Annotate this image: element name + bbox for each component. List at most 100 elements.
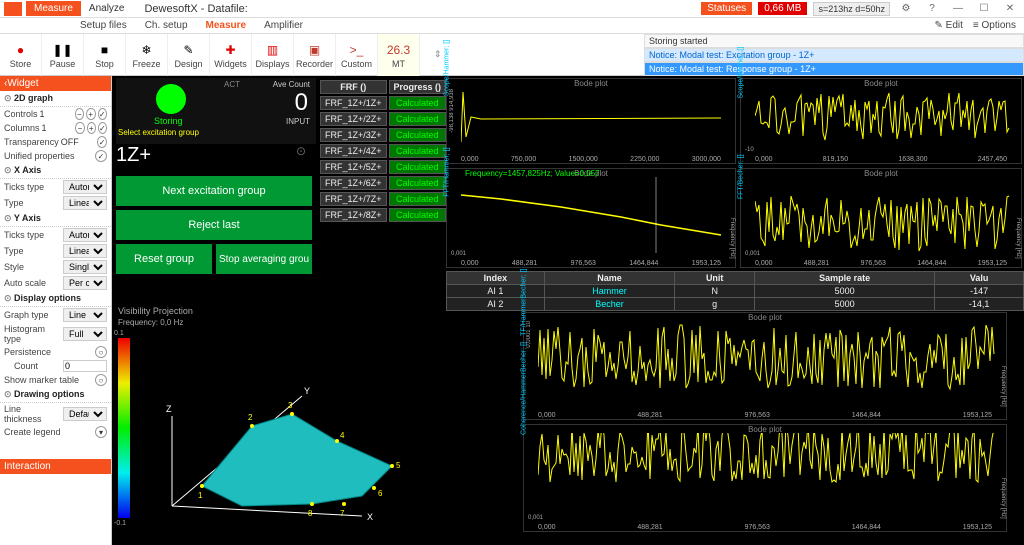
reject-last-button[interactable]: Reject last (116, 210, 312, 240)
recorder-button[interactable]: ▣Recorder (294, 34, 336, 76)
ytype-select[interactable]: Linear (63, 244, 107, 258)
check-icon[interactable]: ✓ (97, 136, 107, 148)
design-button[interactable]: ✎Design (168, 34, 210, 76)
minus-icon[interactable]: − (75, 122, 84, 134)
help-icon[interactable]: ? (922, 3, 942, 14)
style-select[interactable]: Single (63, 260, 107, 274)
section-display[interactable]: Display options (0, 291, 111, 307)
svg-text:5: 5 (396, 461, 401, 470)
table-row: AI 2Becherg5000-14,1 (447, 298, 1024, 311)
table-row: AI 1HammerN5000-147 (447, 285, 1024, 298)
xticks-select[interactable]: Automatic (63, 180, 107, 194)
frf-row[interactable]: FRF_1Z+/4Z+Calculated (320, 144, 446, 158)
section-drawing[interactable]: Drawing options (0, 387, 111, 403)
plus-icon[interactable]: + (86, 108, 96, 120)
app-logo (4, 2, 22, 16)
frf-row[interactable]: FRF_1Z+/2Z+Calculated (320, 112, 446, 126)
menu-measure[interactable]: Measure (206, 20, 247, 31)
svg-text:8: 8 (308, 509, 313, 518)
maximize-button[interactable]: ☐ (974, 3, 994, 14)
svg-text:7: 7 (340, 509, 345, 518)
window-title: DewesoftX - Datafile: (144, 3, 247, 15)
radio-icon[interactable]: ○ (95, 374, 107, 386)
svg-text:4: 4 (340, 431, 345, 440)
yticks-select[interactable]: Automatic (63, 228, 107, 242)
proj-tabs[interactable]: Visibility Projection (118, 306, 428, 316)
measure-canvas: Storing Select excitation group Ave Coun… (112, 76, 1024, 545)
xtype-select[interactable]: Linear (63, 196, 107, 210)
notice-panel: Storing started Notice: Modal test: Exci… (644, 34, 1024, 76)
notice-row[interactable]: Notice: Modal test: Response group - 1Z+ (644, 62, 1024, 76)
frf-row[interactable]: FRF_1Z+/1Z+Calculated (320, 96, 446, 110)
menu-ch-setup[interactable]: Ch. setup (145, 20, 188, 31)
check-icon[interactable]: ✓ (98, 122, 107, 134)
section-yaxis[interactable]: Y Axis (0, 211, 111, 227)
menu-bar: Setup files Ch. setup Measure Amplifier … (0, 18, 1024, 34)
radio-icon[interactable]: ○ (95, 346, 107, 358)
svg-text:6: 6 (378, 489, 383, 498)
check-icon[interactable]: ✓ (95, 150, 107, 162)
frf-row[interactable]: FRF_1Z+/7Z+Calculated (320, 192, 446, 206)
bode-plot-scope-becher[interactable]: Bode plot Scope/Becher; [] -10 0,000819,… (740, 78, 1022, 164)
section-2dgraph[interactable]: 2D graph (0, 91, 111, 107)
statuses-badge[interactable]: Statuses (701, 2, 752, 15)
minus-icon[interactable]: − (75, 108, 85, 120)
yscroll-icon[interactable]: ⇕ (434, 49, 442, 60)
stop-averaging-button[interactable]: Stop averaging grou (216, 244, 312, 274)
store-button[interactable]: ●Store (0, 34, 42, 76)
frf-row[interactable]: FRF_1Z+/3Z+Calculated (320, 128, 446, 142)
notice-row: Notice: Modal test: Excitation group - 1… (644, 48, 1024, 62)
histtype-select[interactable]: Full (63, 327, 107, 341)
xticks-label: Ticks type (4, 182, 61, 192)
plus-icon[interactable]: + (87, 122, 96, 134)
count-input[interactable] (63, 360, 107, 372)
next-excitation-button[interactable]: Next excitation group (116, 176, 312, 206)
close-button[interactable]: ✕ (1000, 3, 1020, 14)
svg-text:3: 3 (288, 401, 293, 410)
bode-plot-scope-hammer[interactable]: Bode plot Scope/Hammer; [] -98,138 914,9… (446, 78, 736, 164)
graphtype-select[interactable]: Line (63, 308, 107, 322)
bode-plot-fft-becher[interactable]: Bode plot FFT/Becher; [] 0,001 Frequency… (740, 168, 1022, 268)
gear-icon[interactable]: ⚙ (896, 3, 916, 14)
edit-link[interactable]: ✎ Edit (935, 20, 963, 31)
svg-text:Z: Z (166, 404, 172, 414)
frf-row[interactable]: FRF_1Z+/6Z+Calculated (320, 176, 446, 190)
custom-button[interactable]: >_Custom (336, 34, 378, 76)
freeze-button[interactable]: ❄Freeze (126, 34, 168, 76)
stop-button[interactable]: ■Stop (84, 34, 126, 76)
frf-row[interactable]: FRF_1Z+/8Z+Calculated (320, 208, 446, 222)
check-icon[interactable]: ✓ (98, 108, 108, 120)
controls-label: Controls (4, 109, 38, 119)
linethick-select[interactable]: Default (63, 407, 107, 421)
select-excitation-label: Select excitation group (118, 128, 199, 137)
svg-text:1: 1 (198, 491, 203, 500)
geometry-plot[interactable]: X Y Z 1 2 3 4 5 6 7 8 (142, 356, 422, 536)
autoscale-select[interactable]: Per channel (63, 276, 107, 290)
tab-analyze[interactable]: Analyze (81, 1, 133, 16)
chevron-down-icon[interactable]: ▾ (95, 426, 107, 438)
bode-plot-coherence[interactable]: Bode plot Coherence/HammerBecher; [] 0,0… (523, 424, 1007, 532)
reset-group-button[interactable]: Reset group (116, 244, 212, 274)
frf-row[interactable]: FRF_1Z+/5Z+Calculated (320, 160, 446, 174)
autoscale-label: Auto scale (4, 278, 61, 288)
section-xaxis[interactable]: X Axis (0, 163, 111, 179)
minimize-button[interactable]: — (948, 3, 968, 14)
menu-setup-files[interactable]: Setup files (80, 20, 127, 31)
title-bar: Measure Analyze DewesoftX - Datafile: St… (0, 0, 1024, 18)
bode-plot-fft-hammer[interactable]: Bode plot Frequency=1457,825Hz; Value=0,… (446, 168, 736, 268)
mt-button[interactable]: 26.3MT (378, 34, 420, 76)
options-link[interactable]: ≡ Options (973, 20, 1016, 31)
section-interaction[interactable]: Interaction (0, 459, 111, 474)
pause-button[interactable]: ❚❚Pause (42, 34, 84, 76)
freq-dropdown[interactable]: s=213hz d=50hz (813, 2, 890, 16)
frf-table: FRF ()Progress () FRF_1Z+/1Z+CalculatedF… (318, 78, 448, 224)
tab-measure[interactable]: Measure (26, 1, 81, 16)
channel-table[interactable]: IndexNameUnitSample rateValu AI 1HammerN… (446, 271, 1024, 311)
excitation-input[interactable]: 1Z+ ⊙ (116, 144, 306, 167)
widget-header[interactable]: ‹ Widget (0, 76, 111, 91)
displays-button[interactable]: ▥Displays (252, 34, 294, 76)
bode-plot-tf[interactable]: Bode plot TF/HammerBecher; [] 0,0001 10 … (523, 312, 1007, 420)
menu-amplifier[interactable]: Amplifier (264, 20, 303, 31)
svg-text:2: 2 (248, 413, 253, 422)
widgets-button[interactable]: ✚Widgets (210, 34, 252, 76)
